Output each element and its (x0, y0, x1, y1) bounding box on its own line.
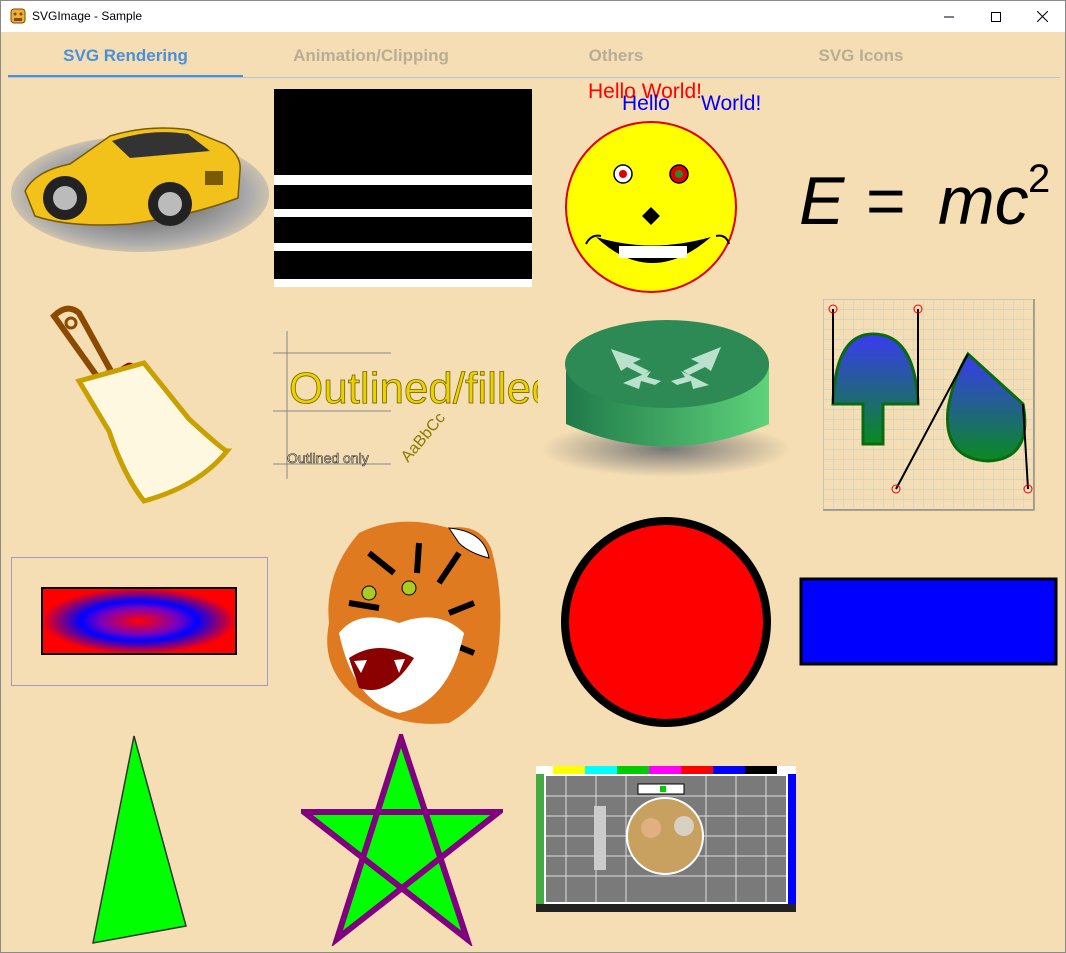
broom-image (50, 305, 233, 504)
router-icon-image (541, 320, 791, 477)
hello-blue-text: Hello (622, 92, 670, 115)
triangle-image (92, 735, 187, 944)
tab-bar: SVG Rendering Animation/Clipping Others … (1, 32, 1065, 79)
equation-image: E = mc 2 (799, 157, 1050, 239)
title-bar: SVGImage - Sample (1, 1, 1065, 32)
stripes-image (274, 89, 532, 287)
world-blue-text: World! (701, 92, 761, 115)
minimize-button[interactable] (926, 1, 972, 32)
red-circle-image (561, 517, 771, 727)
radial-gradient-image (11, 557, 268, 686)
app-window: SVGImage - Sample SVG Rendering Animatio… (0, 0, 1066, 953)
tab-others[interactable]: Others (501, 46, 731, 66)
tiger-image (327, 521, 501, 724)
maximize-icon (991, 11, 1001, 22)
equation-exponent: 2 (1028, 157, 1050, 201)
window-title: SVGImage - Sample (32, 9, 143, 23)
close-button[interactable] (1019, 1, 1065, 32)
outlined-only-text: Outlined only (287, 450, 369, 466)
gradient-shapes-image (823, 299, 1035, 511)
equation-e: E (799, 163, 845, 239)
test-card-image (536, 766, 796, 912)
smiley-image: Hello World! Hello World! (565, 80, 761, 293)
tab-animation-clipping[interactable]: Animation/Clipping (251, 46, 491, 66)
car-image (11, 127, 269, 252)
rotated-text: AaBbCc (398, 410, 449, 466)
blue-rectangle-image (799, 577, 1058, 666)
minimize-icon (944, 16, 954, 17)
tab-svg-icons[interactable]: SVG Icons (746, 46, 976, 66)
svg-app-icon (10, 8, 26, 24)
star-image (301, 734, 503, 946)
equation-equals: = (866, 163, 906, 239)
tab-svg-rendering[interactable]: SVG Rendering (8, 46, 243, 66)
equation-mc: mc (938, 163, 1029, 239)
tab-divider (8, 77, 1060, 78)
close-icon (1036, 11, 1048, 22)
maximize-button[interactable] (973, 1, 1019, 32)
outlined-filled-text: Outlined/filled (289, 364, 538, 413)
active-tab-indicator (8, 75, 243, 77)
text-demo-image: Outlined/filled Outlined only AaBbCc (273, 331, 538, 479)
